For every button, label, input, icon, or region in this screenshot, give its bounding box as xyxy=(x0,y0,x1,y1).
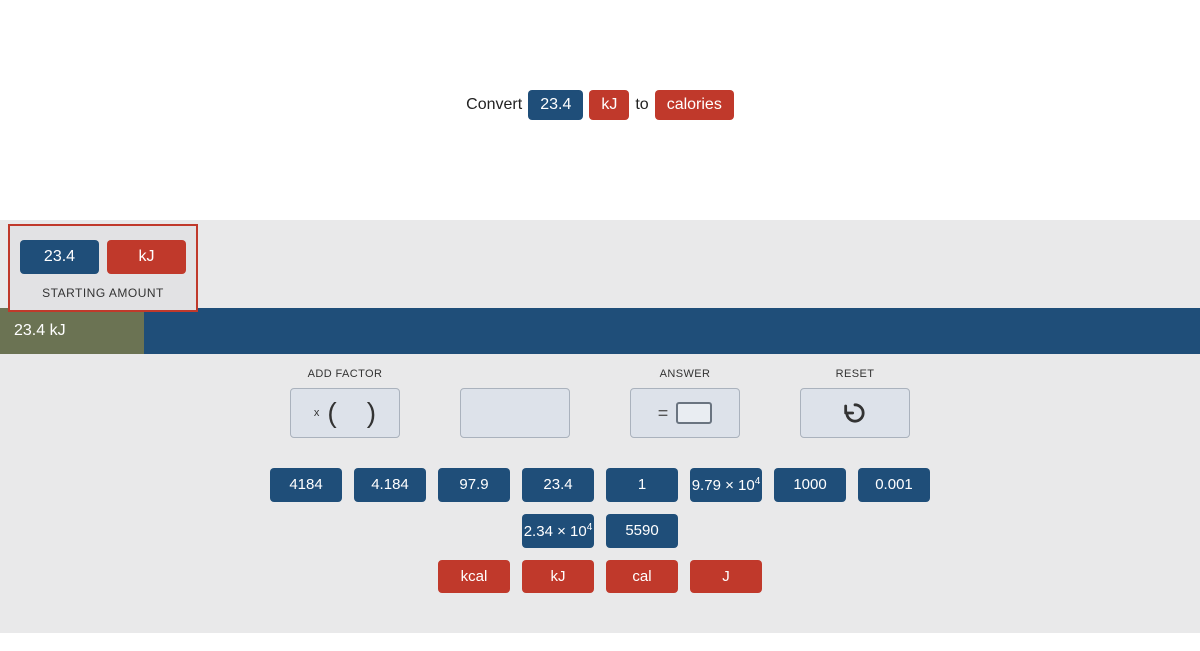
reset-button[interactable] xyxy=(800,388,910,438)
add-factor-button[interactable]: x ( ) xyxy=(290,388,400,438)
value-tile[interactable]: 5590 xyxy=(606,514,678,548)
equals-icon: = xyxy=(658,403,669,424)
result-segment: 23.4 kJ xyxy=(0,308,144,354)
unit-tile[interactable]: kJ xyxy=(522,560,594,593)
reset-col: RESET xyxy=(800,368,910,438)
starting-unit-button[interactable]: kJ xyxy=(107,240,186,274)
answer-label: ANSWER xyxy=(660,368,711,382)
answer-col: ANSWER = xyxy=(630,368,740,438)
tile-rows: 4184 4.184 97.9 23.4 1 9.79 × 104 1000 0.001 2.… xyxy=(0,468,1200,593)
result-bar: 23.4 kJ xyxy=(0,308,1200,354)
value-tile[interactable]: 1000 xyxy=(774,468,846,502)
value-tile[interactable]: 4.184 xyxy=(354,468,426,502)
value-tile[interactable]: 0.001 xyxy=(858,468,930,502)
value-tile-row-1: 4184 4.184 97.9 23.4 1 9.79 × 104 1000 0.001 xyxy=(270,468,930,502)
starting-strip: 23.4 kJ STARTING AMOUNT xyxy=(0,220,1200,308)
prompt-from-unit-chip: kJ xyxy=(589,90,629,120)
value-tile[interactable]: 4184 xyxy=(270,468,342,502)
starting-amount-label: STARTING AMOUNT xyxy=(20,286,186,300)
blank-col xyxy=(460,368,570,438)
starting-value-button[interactable]: 23.4 xyxy=(20,240,99,274)
add-factor-label: ADD FACTOR xyxy=(308,368,383,382)
unit-tile[interactable]: J xyxy=(690,560,762,593)
blank-dropzone[interactable] xyxy=(460,388,570,438)
multiply-icon: x xyxy=(314,407,320,419)
paren-close: ) xyxy=(367,397,376,429)
value-tile[interactable]: 23.4 xyxy=(522,468,594,502)
prompt-pre: Convert xyxy=(466,96,522,114)
control-row: ADD FACTOR x ( ) ANSWER = RESET xyxy=(0,368,1200,438)
prompt-to-unit-chip: calories xyxy=(655,90,734,120)
prompt-value-chip: 23.4 xyxy=(528,90,583,120)
convert-prompt: Convert 23.4 kJ to calories xyxy=(466,90,734,120)
reset-label: RESET xyxy=(836,368,875,382)
prompt-area: Convert 23.4 kJ to calories xyxy=(0,0,1200,220)
unit-tile-row: kcalkJ cal J xyxy=(438,560,762,593)
add-factor-col: ADD FACTOR x ( ) xyxy=(290,368,400,438)
starting-amount-box: 23.4 kJ STARTING AMOUNT xyxy=(8,224,198,312)
unit-tile[interactable]: kcal xyxy=(438,560,510,593)
unit-tile[interactable]: cal xyxy=(606,560,678,593)
answer-button[interactable]: = xyxy=(630,388,740,438)
work-area: ADD FACTOR x ( ) ANSWER = RESET xyxy=(0,354,1200,633)
value-tile[interactable]: 97.9 xyxy=(438,468,510,502)
value-tile[interactable]: 1 xyxy=(606,468,678,502)
value-tile[interactable]: 9.79 × 104 xyxy=(690,468,762,502)
value-tile-row-2: 2.34 × 104 5590 xyxy=(522,514,678,548)
prompt-mid: to xyxy=(635,96,648,114)
value-tile[interactable]: 2.34 × 104 xyxy=(522,514,594,548)
answer-slot xyxy=(676,402,712,424)
paren-open: ( xyxy=(327,397,336,429)
undo-icon xyxy=(841,399,869,427)
